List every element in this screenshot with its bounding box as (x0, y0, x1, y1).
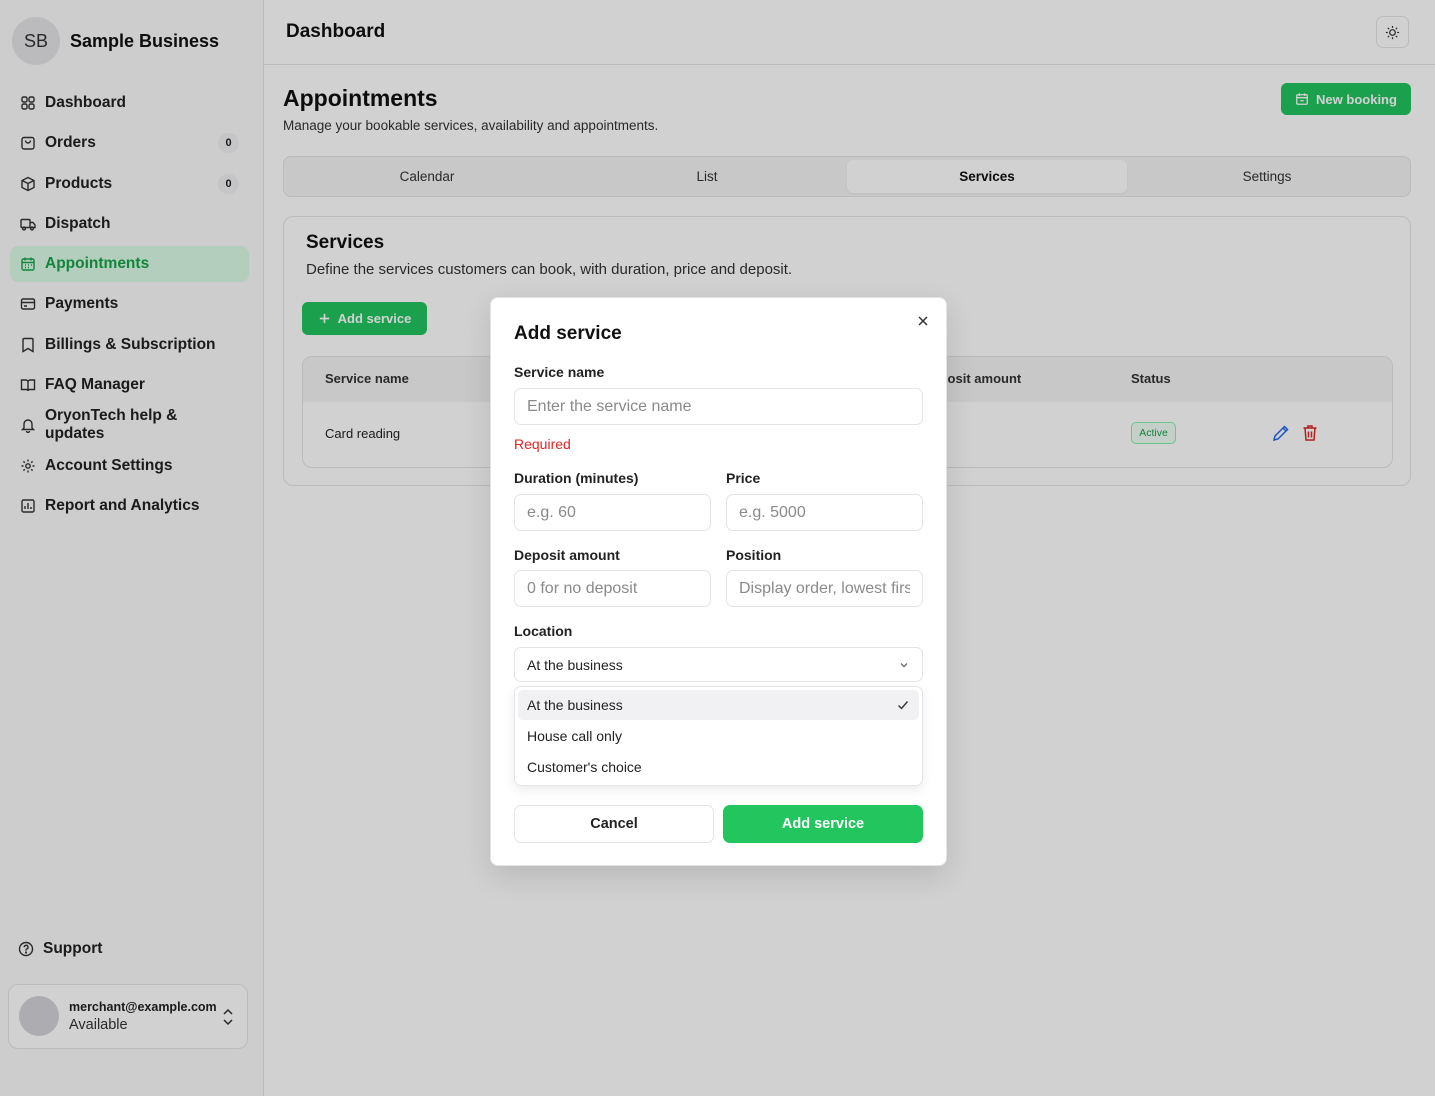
option-label: House call only (527, 728, 622, 744)
duration-input[interactable] (514, 494, 711, 531)
location-label: Location (514, 623, 573, 639)
location-select[interactable]: At the business (514, 647, 923, 682)
deposit-input[interactable] (514, 570, 711, 607)
location-option-business[interactable]: At the business (518, 690, 919, 720)
location-option-house-call[interactable]: House call only (518, 721, 919, 751)
service-name-input[interactable] (514, 388, 923, 425)
location-dropdown: At the business House call only Customer… (514, 686, 923, 786)
location-select-value: At the business (527, 656, 623, 673)
close-icon[interactable] (916, 314, 930, 328)
position-label: Position (726, 547, 782, 563)
position-input[interactable] (726, 570, 923, 607)
location-option-customer-choice[interactable]: Customer's choice (518, 752, 919, 782)
submit-add-service-button[interactable]: Add service (723, 805, 923, 843)
option-label: At the business (527, 697, 623, 713)
chevron-down-icon (900, 663, 908, 668)
check-icon (898, 701, 909, 710)
cancel-button[interactable]: Cancel (514, 805, 714, 843)
required-error: Required (514, 436, 571, 452)
price-label: Price (726, 470, 761, 486)
duration-label: Duration (minutes) (514, 470, 639, 486)
add-service-dialog: Add service Service name Required Durati… (490, 297, 947, 866)
service-name-label: Service name (514, 364, 605, 380)
option-label: Customer's choice (527, 759, 642, 775)
deposit-label: Deposit amount (514, 547, 620, 563)
price-input[interactable] (726, 494, 923, 531)
dialog-title: Add service (514, 323, 622, 344)
